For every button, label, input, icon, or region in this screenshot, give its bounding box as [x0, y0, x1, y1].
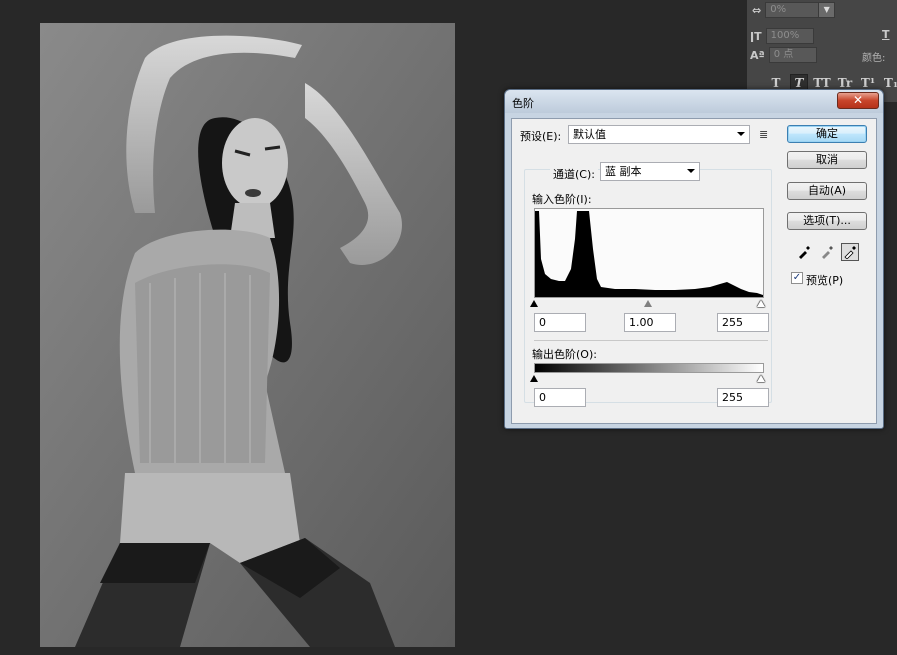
dialog-body: 预设(E): 默认值 ≣ 通道(C): 蓝 副本 输入色阶(I): 0 1.00… [511, 118, 877, 424]
character-panel: ⇔ 0% ▼ ǀT 100% T Aª 0 点 颜色: T T TT Tr T¹… [747, 0, 897, 102]
vertical-scale-icon: ǀT [750, 29, 762, 43]
tracking-icon: ⇔ [752, 3, 762, 17]
output-white-field[interactable]: 255 [717, 388, 769, 407]
preset-value: 默认值 [573, 128, 606, 141]
gray-eyedropper-icon[interactable] [818, 243, 836, 261]
output-white-slider[interactable] [757, 375, 767, 384]
levels-dialog: 色阶 ✕ 预设(E): 默认值 ≣ 通道(C): 蓝 副本 输入色阶(I): 0… [504, 89, 884, 429]
preset-menu-icon[interactable]: ≣ [759, 128, 768, 141]
subscript-button[interactable]: T₁ [882, 74, 897, 92]
output-levels-label: 输出色阶(O): [532, 348, 597, 361]
output-black-field[interactable]: 0 [534, 388, 586, 407]
options-button[interactable]: 选项(T)... [787, 212, 867, 230]
document-canvas[interactable] [40, 23, 455, 647]
channel-label: 通道(C): [550, 166, 598, 182]
white-eyedropper-icon[interactable] [841, 243, 859, 261]
baseline-shift-field[interactable]: 0 点 [768, 47, 817, 63]
black-eyedropper-icon[interactable] [795, 243, 813, 261]
chevron-down-icon [687, 169, 695, 173]
input-levels-label: 输入色阶(I): [532, 193, 592, 206]
dialog-titlebar[interactable]: 色阶 ✕ [505, 90, 883, 113]
tracking-dropdown-icon[interactable]: ▼ [818, 3, 835, 17]
input-white-slider[interactable] [757, 300, 767, 309]
color-label: 颜色: [862, 53, 886, 64]
input-white-field[interactable]: 255 [717, 313, 769, 332]
baseline-shift-icon: Aª [750, 48, 765, 62]
dialog-title: 色阶 [512, 97, 534, 110]
input-gamma-slider[interactable] [644, 300, 654, 309]
preset-select[interactable]: 默认值 [568, 125, 750, 144]
input-black-slider[interactable] [530, 300, 540, 309]
tracking-value: 0% [770, 4, 787, 15]
photo-image [40, 23, 455, 647]
auto-button[interactable]: 自动(A) [787, 182, 867, 200]
histogram [534, 208, 764, 298]
preset-label: 预设(E): [520, 130, 562, 143]
output-black-slider[interactable] [530, 375, 540, 384]
ok-button[interactable]: 确定 [787, 125, 867, 143]
preview-label: 预览(P) [806, 274, 844, 287]
divider [534, 340, 768, 341]
channel-select[interactable]: 蓝 副本 [600, 162, 700, 181]
input-black-field[interactable]: 0 [534, 313, 586, 332]
output-gradient [534, 363, 764, 373]
chevron-down-icon [737, 132, 745, 136]
cancel-button[interactable]: 取消 [787, 151, 867, 169]
channel-value: 蓝 副本 [605, 165, 642, 178]
vertical-scale-field[interactable]: 100% [765, 28, 814, 44]
close-button[interactable]: ✕ [837, 92, 879, 109]
preview-checkbox[interactable]: ✓ [791, 272, 803, 284]
input-gamma-field[interactable]: 1.00 [624, 313, 676, 332]
horizontal-scale-icon: T [882, 28, 890, 41]
tracking-field[interactable]: 0% ▼ [765, 2, 836, 18]
